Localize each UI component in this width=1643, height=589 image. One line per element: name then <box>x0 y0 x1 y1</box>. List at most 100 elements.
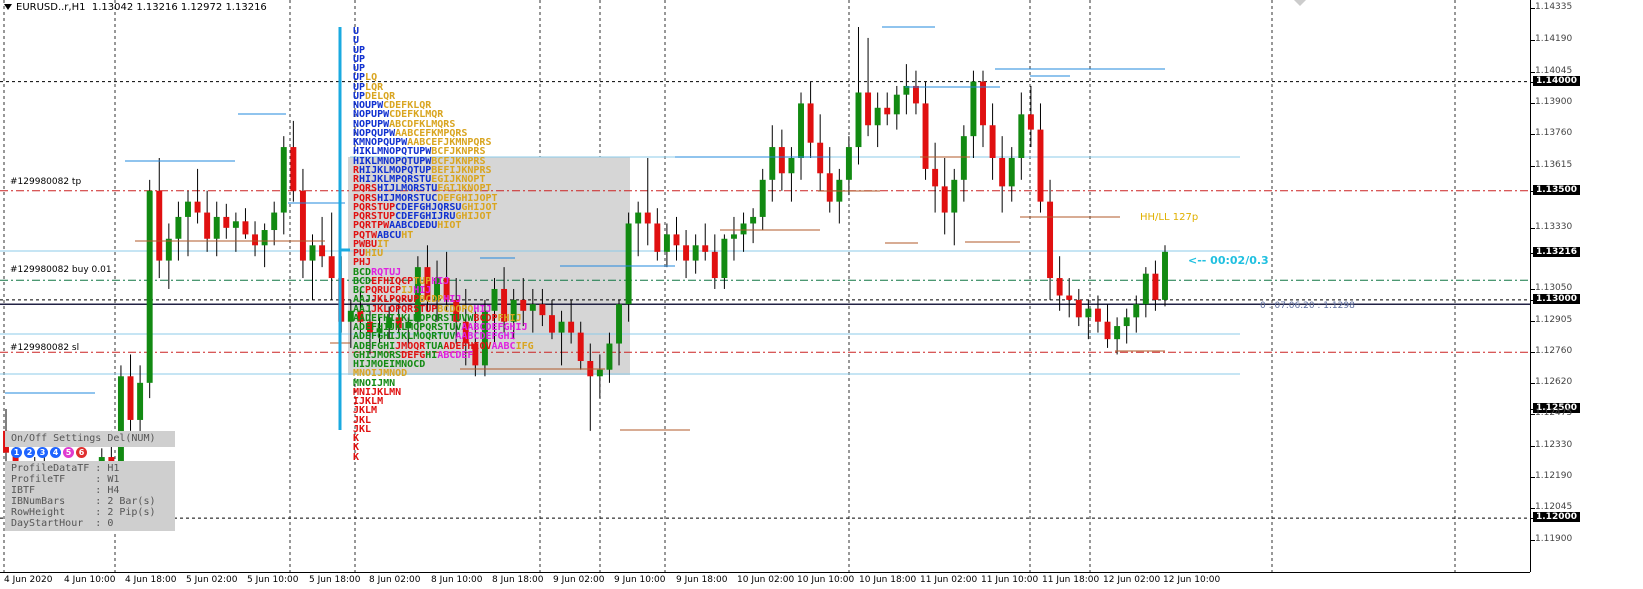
time-label: 4 Jun 18:00 <box>125 575 177 585</box>
settings-button-1[interactable]: 1 <box>11 447 22 458</box>
price-label: 1.12475 <box>1535 408 1573 419</box>
price-label: 1.12190 <box>1535 470 1573 481</box>
price-label: 1.13900 <box>1535 97 1573 108</box>
candle-body <box>960 136 967 180</box>
time-label: 9 Jun 02:00 <box>553 575 605 585</box>
candle-body <box>549 315 555 333</box>
candle-body <box>1037 129 1044 202</box>
candle-body <box>252 234 259 246</box>
candle-body <box>654 223 661 252</box>
time-axis[interactable]: 4 Jun 2020 4 Jun 10:00 4 Jun 18:00 5 Jun 02… <box>0 572 1530 589</box>
candle-body <box>884 107 891 115</box>
mt4-chart-window[interactable]: EURUSD..r,H1 1.13042 1.13216 1.12972 1.1… <box>0 0 1643 589</box>
candle-body <box>625 223 632 305</box>
candle-body <box>893 94 900 115</box>
candle-body <box>309 245 316 261</box>
price-label: 1.13615 <box>1535 159 1573 170</box>
tpo-letters: HIOT <box>437 220 462 232</box>
candle-body <box>491 288 498 311</box>
candle-body <box>941 186 948 213</box>
candle-body <box>999 157 1006 187</box>
settings-panel[interactable]: On/Off Settings Del(NUM) 123456 ProfileD… <box>5 431 175 531</box>
candle-body <box>1027 114 1034 130</box>
tpo-letters: K <box>353 451 360 463</box>
candle-body <box>778 147 785 174</box>
candle-body <box>223 216 230 228</box>
candle-body <box>711 251 718 279</box>
candle-body <box>1094 308 1101 322</box>
candle-body <box>874 107 881 126</box>
candle-body <box>769 147 776 180</box>
candle-body <box>529 304 536 311</box>
time-label: 9 Jun 10:00 <box>614 575 666 585</box>
settings-button-4[interactable]: 4 <box>50 447 61 458</box>
settings-row-profiledatatf: ProfileDataTF : H1 <box>11 463 120 474</box>
candle-body <box>1114 326 1121 340</box>
candle-body <box>1152 273 1159 300</box>
candle-body <box>146 190 153 383</box>
chart-canvas[interactable] <box>0 0 1530 572</box>
price-label: 1.12045 <box>1535 502 1573 513</box>
time-label: 4 Jun 2020 <box>4 575 53 585</box>
candle-body <box>788 157 795 174</box>
settings-button-2[interactable]: 2 <box>24 447 35 458</box>
candle-body <box>1047 201 1054 279</box>
candle-body <box>644 212 651 224</box>
candle-body <box>185 201 191 217</box>
price-axis[interactable]: 1.14335 1.14190 1.14045 1.14000 1.13900 1.137… <box>1530 0 1643 572</box>
candle-body <box>204 212 211 239</box>
price-label: 1.12000 <box>1533 512 1580 523</box>
chart-menu-triangle-icon[interactable] <box>4 4 12 10</box>
candle-body <box>280 147 287 213</box>
price-label: 1.11900 <box>1535 534 1573 544</box>
chart-ohlc: 1.13042 1.13216 1.12972 1.13216 <box>91 2 267 13</box>
candle-body <box>663 234 670 252</box>
candle-body <box>1104 321 1111 340</box>
candle-body <box>845 147 852 180</box>
settings-button-6[interactable]: 6 <box>76 447 87 458</box>
chart-title: EURUSD..r,H1 1.13042 1.13216 1.12972 1.1… <box>4 2 267 13</box>
candle-body <box>520 299 527 311</box>
time-label: 10 Jun 10:00 <box>797 575 855 585</box>
candle-body <box>922 103 929 169</box>
price-label: 1.13500 <box>1533 184 1580 195</box>
candle-body <box>673 234 680 246</box>
settings-row-ibnumbars: IBNumBars : 2 Bar(s) <box>11 496 156 507</box>
pivot-label: 0 : 07.06.20 : 1.1298 <box>1260 301 1355 311</box>
scroll-marker-icon[interactable] <box>1294 0 1306 6</box>
candle-body <box>855 92 862 148</box>
candle-body <box>912 85 919 104</box>
settings-row-daystarthour: DayStartHour : 0 <box>11 518 114 529</box>
candle-body <box>261 230 268 246</box>
candle-body <box>1056 278 1063 296</box>
settings-header[interactable]: On/Off Settings Del(NUM) <box>5 431 175 447</box>
candle-body <box>242 221 249 235</box>
time-label: 12 Jun 02:00 <box>1103 575 1161 585</box>
price-label: 1.12330 <box>1535 440 1573 451</box>
settings-button-3[interactable]: 3 <box>37 447 48 458</box>
candle-body <box>865 92 872 126</box>
time-label: 11 Jun 18:00 <box>1042 575 1100 585</box>
price-label: 1.14000 <box>1533 75 1580 86</box>
time-label: 5 Jun 02:00 <box>186 575 238 585</box>
candle-body <box>299 190 306 261</box>
candle-body <box>1085 308 1092 318</box>
candle-body <box>271 212 278 231</box>
time-label: 5 Jun 10:00 <box>247 575 299 585</box>
candle-body <box>1075 299 1082 318</box>
price-label: 1.14045 <box>1535 65 1573 76</box>
tpo-letters: HT <box>401 229 414 241</box>
settings-buttons[interactable]: 123456 <box>11 447 87 459</box>
candle-body <box>702 245 709 252</box>
candle-body <box>730 234 737 239</box>
candle-body <box>721 238 728 279</box>
candle-body <box>568 321 575 333</box>
candle-body <box>759 179 766 217</box>
candle-body <box>1142 273 1149 305</box>
candle-body <box>290 147 297 191</box>
candle-body <box>1008 157 1015 187</box>
time-label: 11 Jun 10:00 <box>981 575 1039 585</box>
candle-body <box>1066 295 1073 300</box>
settings-button-5[interactable]: 5 <box>63 447 74 458</box>
chart-plot-area[interactable]: EURUSD..r,H1 1.13042 1.13216 1.12972 1.1… <box>0 0 1530 572</box>
